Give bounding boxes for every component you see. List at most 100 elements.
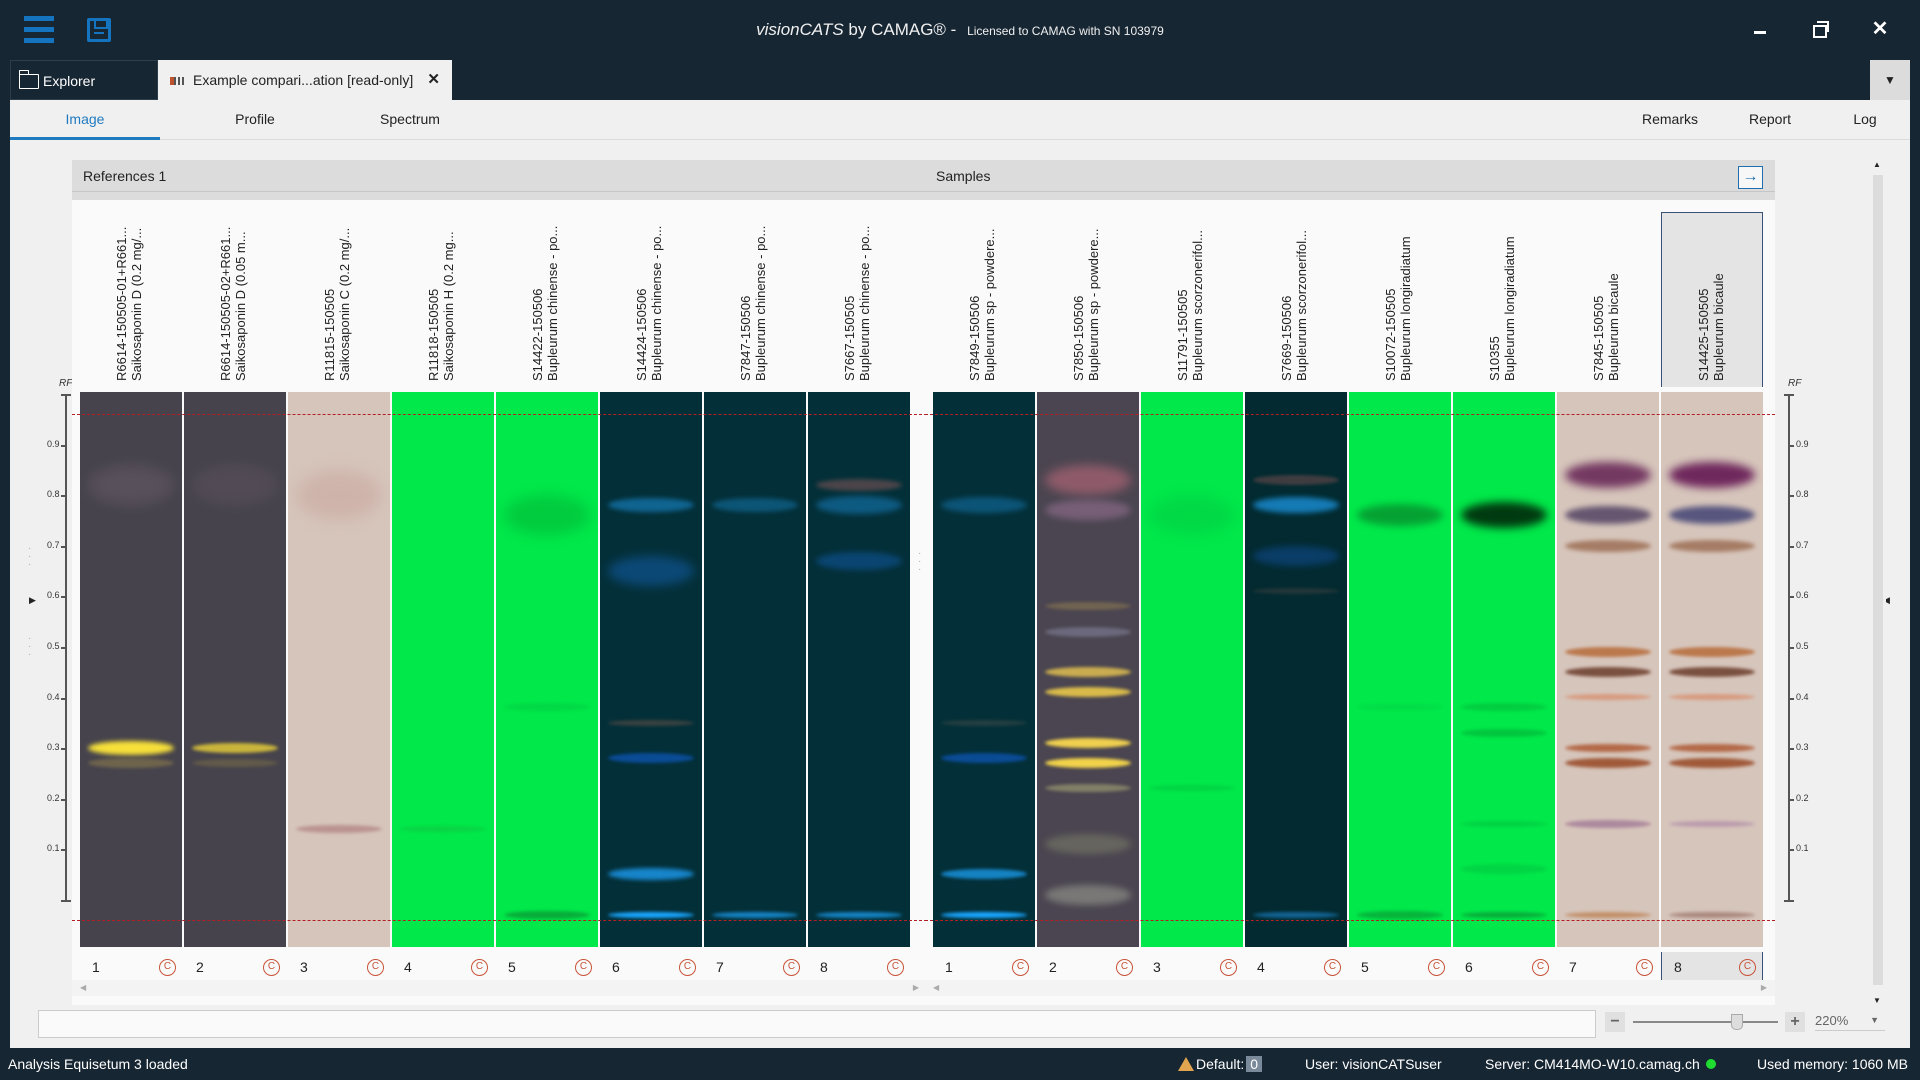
- track-id: S7847-150506: [738, 295, 753, 381]
- track-footer[interactable]: 7C: [704, 952, 806, 982]
- track-footer[interactable]: 8C: [1661, 952, 1763, 982]
- minimize-button[interactable]: [1745, 14, 1775, 44]
- scroll-up-icon[interactable]: ▲: [1873, 160, 1881, 169]
- track-footer[interactable]: 6C: [600, 952, 702, 982]
- copyright-icon[interactable]: C: [679, 959, 696, 976]
- copyright-icon[interactable]: C: [1428, 959, 1445, 976]
- track-label[interactable]: S7849-150506 Bupleurum sp - powdere...: [933, 212, 1035, 387]
- copyright-icon[interactable]: C: [263, 959, 280, 976]
- track-image[interactable]: [1141, 392, 1243, 947]
- track-footer[interactable]: 2C: [1037, 952, 1139, 982]
- panel-resize-grip[interactable]: · · ·: [918, 549, 922, 575]
- track-image[interactable]: [1453, 392, 1555, 947]
- copyright-icon[interactable]: C: [783, 959, 800, 976]
- copyright-icon[interactable]: C: [1012, 959, 1029, 976]
- zoom-in-button[interactable]: +: [1785, 1012, 1805, 1032]
- track-footer[interactable]: 3C: [1141, 952, 1243, 982]
- track-label[interactable]: R6614-150505-01+R661... Saikosaponin D (0…: [80, 212, 182, 387]
- vertical-scrollbar-thumb[interactable]: [1873, 175, 1883, 985]
- comment-input[interactable]: [38, 1010, 1596, 1038]
- track-label[interactable]: S10355 Bupleurum longiradiatum: [1453, 212, 1555, 387]
- track-label[interactable]: S7845-150505 Bupleurum bicaule: [1557, 212, 1659, 387]
- close-tab-icon[interactable]: ✕: [427, 60, 440, 100]
- close-window-button[interactable]: ✕: [1865, 14, 1895, 44]
- track-footer[interactable]: 6C: [1453, 952, 1555, 982]
- copyright-icon[interactable]: C: [1324, 959, 1341, 976]
- tab-document[interactable]: Example compari...ation [read-only] ✕: [158, 60, 452, 100]
- references-horizontal-scrollbar[interactable]: ◀ ▶: [72, 980, 927, 996]
- default-warnings[interactable]: Default: 0: [1178, 1056, 1263, 1072]
- track-label[interactable]: S7850-150506 Bupleurum sp - powdere...: [1037, 212, 1139, 387]
- track-image[interactable]: [704, 392, 806, 947]
- zoom-level-select[interactable]: 220% ▼: [1815, 1013, 1885, 1031]
- track-label[interactable]: S7667-150505 Bupleurum chinense - po...: [808, 212, 910, 387]
- track-footer[interactable]: 2C: [184, 952, 286, 982]
- track-image[interactable]: [1661, 392, 1763, 947]
- track-label[interactable]: S14424-150506 Bupleurum chinense - po...: [600, 212, 702, 387]
- zoom-slider[interactable]: [1633, 1014, 1778, 1030]
- copyright-icon[interactable]: C: [1739, 959, 1756, 976]
- track-image[interactable]: [1037, 392, 1139, 947]
- track-label[interactable]: S10072-150505 Bupleurum longiradiatum: [1349, 212, 1451, 387]
- copyright-icon[interactable]: C: [887, 959, 904, 976]
- track-label[interactable]: R11815-150505 Saikosaponin C (0.2 mg/...: [288, 212, 390, 387]
- track-footer[interactable]: 1C: [933, 952, 1035, 982]
- restore-button[interactable]: [1805, 14, 1835, 44]
- scroll-left-icon[interactable]: ◀: [933, 983, 939, 992]
- scroll-right-icon[interactable]: ▶: [1761, 983, 1767, 992]
- track-image[interactable]: [1349, 392, 1451, 947]
- track-label[interactable]: S7847-150506 Bupleurum chinense - po...: [704, 212, 806, 387]
- copyright-icon[interactable]: C: [159, 959, 176, 976]
- track-label[interactable]: S14425-150505 Bupleurum bicaule: [1661, 212, 1763, 387]
- copyright-icon[interactable]: C: [575, 959, 592, 976]
- track-footer[interactable]: 1C: [80, 952, 182, 982]
- track-footer[interactable]: 8C: [808, 952, 910, 982]
- track-image[interactable]: [288, 392, 390, 947]
- left-grip-bottom[interactable]: · · ·: [28, 634, 32, 660]
- scroll-left-icon[interactable]: ◀: [80, 983, 86, 992]
- track-image[interactable]: [184, 392, 286, 947]
- collapse-left-arrow-icon[interactable]: ▶: [29, 595, 36, 606]
- tab-report[interactable]: Report: [1730, 100, 1810, 140]
- zoom-out-button[interactable]: −: [1605, 1012, 1625, 1032]
- samples-horizontal-scrollbar[interactable]: ◀ ▶: [925, 980, 1775, 996]
- track-footer[interactable]: 5C: [496, 952, 598, 982]
- tabs-dropdown-button[interactable]: ▼: [1870, 60, 1910, 100]
- copyright-icon[interactable]: C: [471, 959, 488, 976]
- tab-remarks[interactable]: Remarks: [1630, 100, 1710, 140]
- track-image[interactable]: [933, 392, 1035, 947]
- arrow-right-icon[interactable]: →: [1738, 166, 1763, 189]
- track-label[interactable]: R6614-150505-02+R661... Saikosaponin D (0…: [184, 212, 286, 387]
- track-image[interactable]: [600, 392, 702, 947]
- copyright-icon[interactable]: C: [1116, 959, 1133, 976]
- track-footer[interactable]: 5C: [1349, 952, 1451, 982]
- copyright-icon[interactable]: C: [1636, 959, 1653, 976]
- copyright-icon[interactable]: C: [1220, 959, 1237, 976]
- track-image[interactable]: [392, 392, 494, 947]
- track-label[interactable]: S7669-150506 Bupleurum scorzonerifol...: [1245, 212, 1347, 387]
- track-image[interactable]: [496, 392, 598, 947]
- track-label[interactable]: S14422-150506 Bupleurum chinense - po...: [496, 212, 598, 387]
- track-footer[interactable]: 3C: [288, 952, 390, 982]
- track-image[interactable]: [1557, 392, 1659, 947]
- vertical-scrollbar[interactable]: ▲ ▼: [1870, 160, 1886, 1005]
- copyright-icon[interactable]: C: [367, 959, 384, 976]
- track-image[interactable]: [808, 392, 910, 947]
- left-grip-top[interactable]: · · ·: [28, 544, 32, 570]
- track-label[interactable]: R11818-150505 Saikosaponin H (0.2 mg...: [392, 212, 494, 387]
- track-footer[interactable]: 7C: [1557, 952, 1659, 982]
- track-image[interactable]: [1245, 392, 1347, 947]
- tab-explorer[interactable]: Explorer: [10, 60, 158, 100]
- zoom-slider-thumb[interactable]: [1731, 1014, 1744, 1030]
- track-label[interactable]: S11791-150505 Bupleurum scorzonerifol...: [1141, 212, 1243, 387]
- track-footer[interactable]: 4C: [1245, 952, 1347, 982]
- track-image[interactable]: [80, 392, 182, 947]
- tab-profile[interactable]: Profile: [190, 100, 320, 140]
- tab-spectrum[interactable]: Spectrum: [340, 100, 480, 140]
- scroll-right-icon[interactable]: ▶: [913, 983, 919, 992]
- copyright-icon[interactable]: C: [1532, 959, 1549, 976]
- scroll-down-icon[interactable]: ▼: [1873, 996, 1881, 1005]
- track-footer[interactable]: 4C: [392, 952, 494, 982]
- tab-image[interactable]: Image: [10, 100, 160, 140]
- tab-log[interactable]: Log: [1825, 100, 1905, 140]
